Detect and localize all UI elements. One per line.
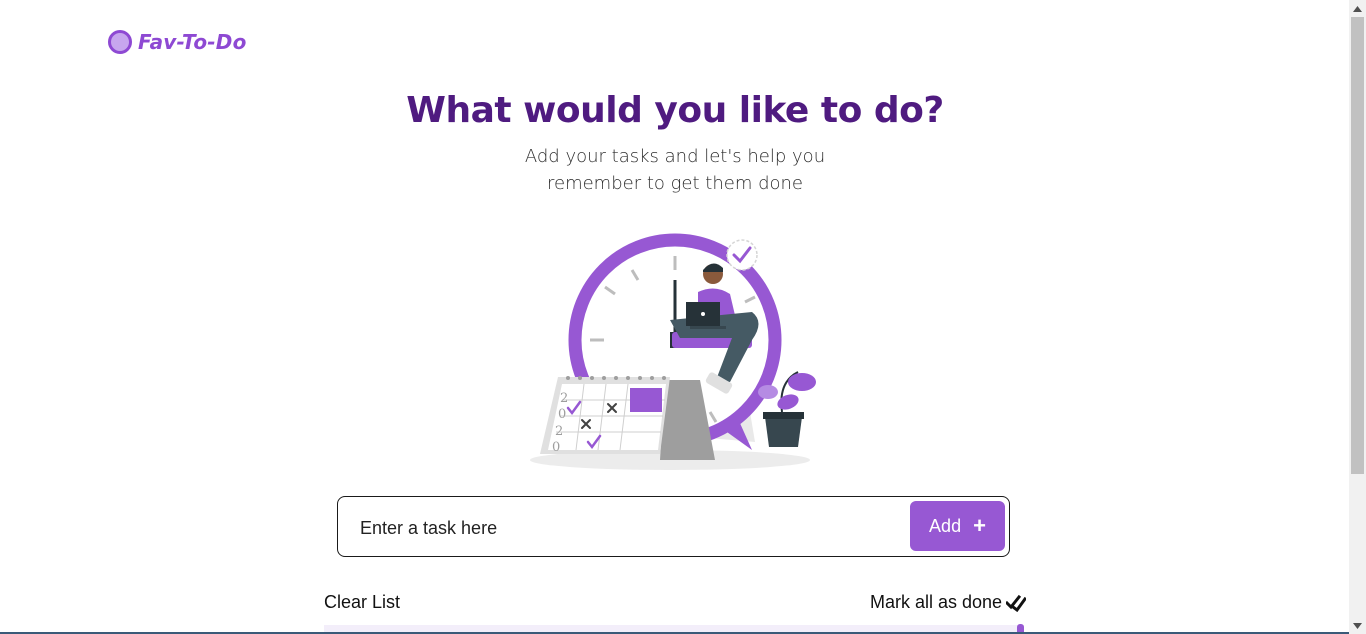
mark-all-label: Mark all as done bbox=[870, 592, 1003, 612]
subtitle-line-1: Add your tasks and let's help you bbox=[524, 146, 826, 167]
task-illustration: 2 0 2 0 bbox=[530, 233, 816, 470]
mark-all-done-button[interactable]: Mark all as done bbox=[870, 592, 1027, 613]
calendar-year-digit: 0 bbox=[558, 407, 566, 422]
page-scrollbar[interactable] bbox=[1349, 0, 1366, 634]
logo-text: Fav-To-Do bbox=[138, 30, 247, 54]
subtitle-line-2: remember to get them done bbox=[546, 173, 803, 194]
scroll-up-arrow-icon[interactable] bbox=[1349, 0, 1366, 17]
circle-logo-icon bbox=[108, 30, 132, 54]
calendar-year-digit: 2 bbox=[560, 391, 568, 406]
plus-icon: + bbox=[973, 513, 986, 538]
add-button-label: Add bbox=[929, 515, 962, 536]
scroll-down-arrow-icon[interactable] bbox=[1349, 617, 1366, 634]
calendar-year-digit: 0 bbox=[552, 440, 560, 455]
clear-list-button[interactable]: Clear List bbox=[324, 592, 400, 613]
page-subtitle: Add your tasks and let's help you rememb… bbox=[0, 143, 1350, 197]
task-form: Add + bbox=[337, 496, 1010, 557]
task-input[interactable] bbox=[358, 511, 902, 545]
app-logo[interactable]: Fav-To-Do bbox=[108, 30, 247, 54]
double-check-icon bbox=[1006, 594, 1027, 612]
scrollbar-thumb[interactable] bbox=[1351, 17, 1364, 474]
calendar-year-digit: 2 bbox=[555, 424, 563, 439]
page-title: What would you like to do? bbox=[406, 90, 944, 131]
add-task-button[interactable]: Add + bbox=[910, 501, 1005, 551]
